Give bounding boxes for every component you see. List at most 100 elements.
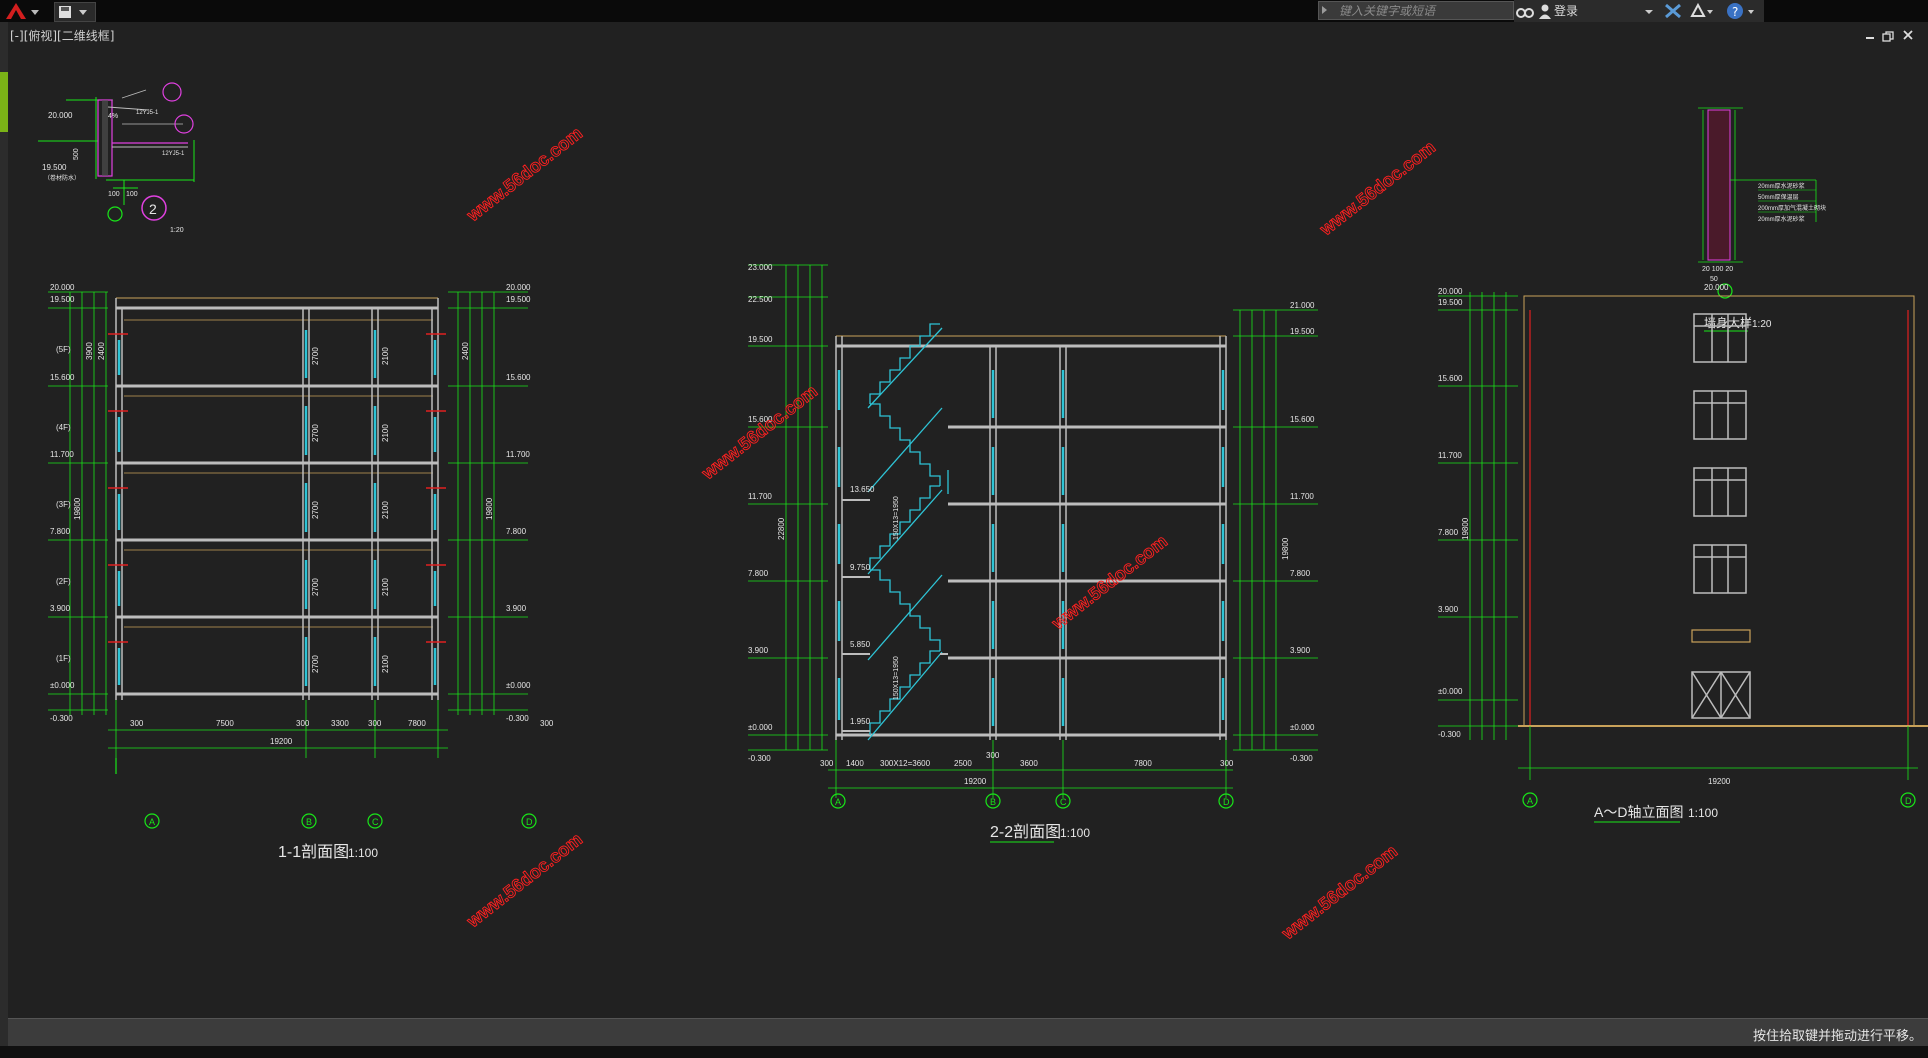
elevation-scale: 1:100 (1688, 806, 1718, 820)
s22-bay-1: 1400 (846, 759, 864, 768)
s11-relev-3: 11.700 (506, 450, 530, 459)
s22-bay-6: 7800 (1134, 759, 1152, 768)
detail-callout-1: 12YJ5-1 (136, 110, 159, 116)
parapet-detail: 20.000 19.500 （卷材防水） 12YJ5-1 12YJ5-1 4% … (38, 82, 195, 234)
wall-layer-3: 200mm厚加气混凝土砌块 (1758, 204, 1826, 212)
el-total-height: 19800 (1461, 517, 1470, 540)
el-axis-d: D (1905, 796, 1912, 806)
s11-bay-6: 300 (540, 719, 554, 728)
title-bar: 键入关键字或短语 登录 ? (0, 0, 1928, 22)
s22-elev-8: -0.300 (748, 754, 771, 763)
s11-open-b4: 2700 (311, 578, 320, 596)
close-icon[interactable] (1903, 30, 1913, 40)
s11-total-height-right: 19800 (485, 497, 494, 520)
s11-elev-0: 20.000 (50, 283, 75, 292)
stay-connected-icon[interactable] (1690, 2, 1714, 20)
s11-floor-0: (5F) (56, 345, 71, 354)
drawing-canvas[interactable]: 20.000 19.500 （卷材防水） 12YJ5-1 12YJ5-1 4% … (8, 40, 1928, 1018)
autocad-logo-icon (6, 3, 39, 19)
s22-landing-3: 1.950 (850, 717, 871, 726)
s11-window-h: 2400 (97, 342, 106, 360)
s11-relev-4: 7.800 (506, 527, 527, 536)
s22-bay-2: 300X12=3600 (880, 759, 931, 768)
s22-total-height: 22800 (777, 517, 786, 540)
el-elev-4: 7.800 (1438, 528, 1459, 537)
watermark-1: www.56doc.com (462, 123, 586, 226)
minimize-icon[interactable] (1866, 37, 1874, 39)
status-hint: 按住拾取键并拖动进行平移。 (1752, 1029, 1922, 1044)
s11-open-b1: 2700 (311, 347, 320, 365)
elevation-title: A～D轴立面图 (1594, 804, 1683, 820)
el-top-elev: 20.000 (1704, 283, 1729, 292)
s22-bay-4: 300 (986, 751, 1000, 760)
exchange-apps-icon[interactable] (1664, 2, 1682, 20)
s11-axis-d: D (526, 817, 533, 827)
watermark-6: www.56doc.com (1277, 841, 1401, 944)
s11-total-height-left: 19800 (73, 497, 82, 520)
s11-bay-2: 300 (296, 719, 310, 728)
infocenter-toolbar: 登录 ? (1514, 0, 1764, 22)
s11-elev-5: 3.900 (50, 604, 71, 613)
application-menu-button[interactable] (2, 1, 46, 21)
binoculars-icon[interactable] (1516, 2, 1534, 20)
s11-open-c4: 2100 (381, 578, 390, 596)
s22-relev-3: 11.700 (1290, 492, 1314, 501)
save-icon (59, 6, 87, 18)
s11-window-h-right: 2400 (461, 342, 470, 360)
s11-open-b2: 2700 (311, 424, 320, 442)
s11-axis-a: A (149, 817, 155, 827)
login-dropdown-icon[interactable] (1644, 2, 1654, 20)
section-2-2-scale: 1:100 (1060, 826, 1090, 840)
s11-floor-3: (2F) (56, 577, 71, 586)
s11-relev-6: ±0.000 (506, 681, 531, 690)
detail-dim-500: 500 (73, 148, 80, 160)
wall-layer-1: 20mm厚水泥砂浆 (1758, 182, 1805, 190)
s11-elev-4: 7.800 (50, 527, 71, 536)
login-button[interactable]: 登录 (1554, 2, 1578, 20)
detail-mid-elevation: 19.500 (42, 163, 67, 172)
el-elev-1: 19.500 (1438, 298, 1463, 307)
s22-landing-1: 9.750 (850, 563, 871, 572)
user-icon (1539, 4, 1551, 19)
s22-bay-5: 3600 (1020, 759, 1038, 768)
s11-floor-4: (1F) (56, 654, 71, 663)
s11-open-c3: 2100 (381, 501, 390, 519)
el-elev-0: 20.000 (1438, 287, 1463, 296)
section-1-1-scale: 1:100 (348, 846, 378, 860)
s22-elev-6: 3.900 (748, 646, 769, 655)
search-input[interactable]: 键入关键字或短语 (1318, 1, 1514, 20)
detail-mid-note: （卷材防水） (44, 174, 80, 182)
s22-axis-a: A (835, 797, 841, 807)
s11-open-c2: 2100 (381, 424, 390, 442)
watermark-3: www.56doc.com (697, 381, 821, 484)
detail-dim-100a: 100 (108, 191, 120, 198)
s11-bay-4: 300 (368, 719, 382, 728)
s11-relev-0: 20.000 (506, 283, 531, 292)
search-expand-icon[interactable] (1322, 6, 1327, 14)
svg-text:?: ? (1732, 5, 1738, 19)
s11-elev-7: -0.300 (50, 714, 73, 723)
s22-axis-c: C (1060, 797, 1067, 807)
wall-dim-bottom: 50 (1710, 276, 1718, 283)
wall-detail: 20mm厚水泥砂浆 50mm厚保温层 200mm厚加气混凝土砌块 20mm厚水泥… (1698, 107, 1826, 332)
s11-relev-7: -0.300 (506, 714, 529, 723)
s11-floor-1: (4F) (56, 423, 71, 432)
detail-dim-100b: 100 (126, 191, 138, 198)
s11-floor-h: 3900 (85, 342, 94, 360)
el-elev-6: ±0.000 (1438, 687, 1463, 696)
s22-elev-2: 19.500 (748, 335, 773, 344)
s22-relev-2: 15.600 (1290, 415, 1315, 424)
detail-marker: 2 (149, 201, 157, 217)
watermark-2: www.56doc.com (1315, 137, 1439, 240)
el-total: 19200 (1708, 777, 1731, 786)
s11-axis-c: C (372, 817, 379, 827)
el-elev-2: 15.600 (1438, 374, 1463, 383)
quick-access-toolbar[interactable] (54, 2, 96, 22)
section-1-1-title: 1-1剖面图 (278, 843, 349, 861)
s11-open-b3: 2700 (311, 501, 320, 519)
el-elev-7: -0.300 (1438, 730, 1461, 739)
s11-elev-6: ±0.000 (50, 681, 75, 690)
s22-relev-1: 19.500 (1290, 327, 1315, 336)
help-icon[interactable]: ? (1726, 2, 1758, 20)
s22-bay-0: 300 (820, 759, 834, 768)
